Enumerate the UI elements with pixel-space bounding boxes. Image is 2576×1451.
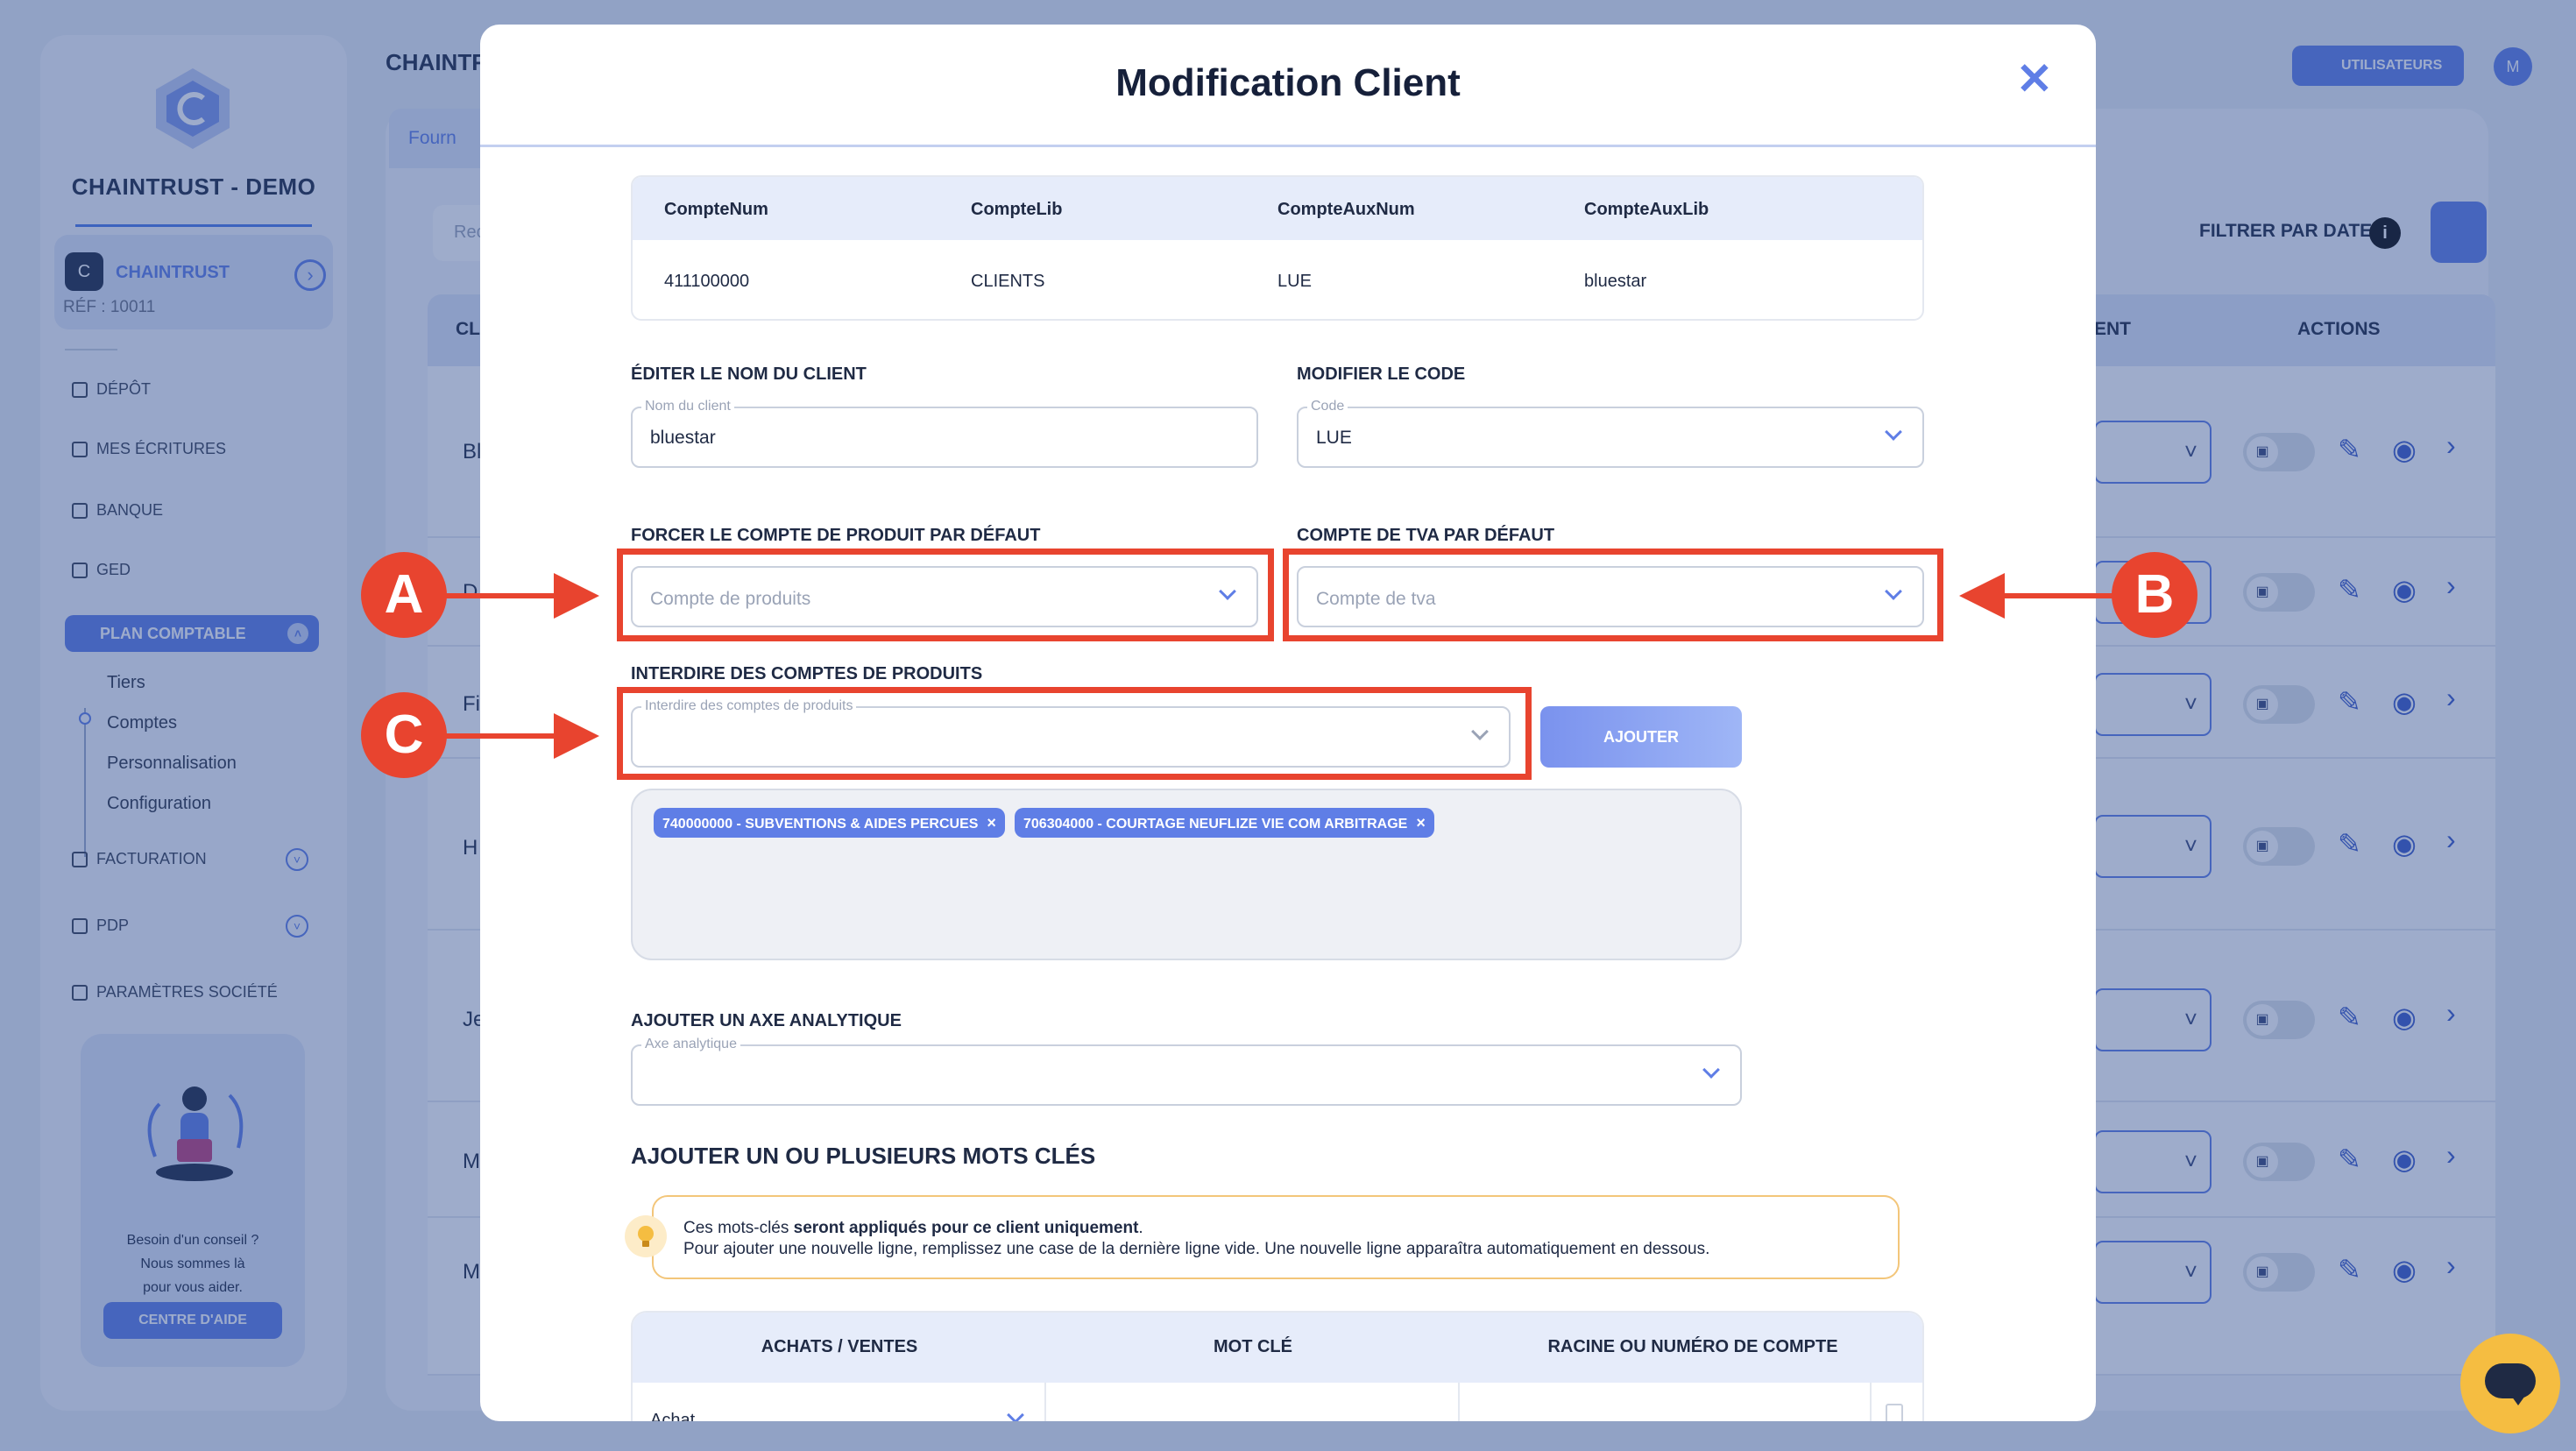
account-col-header: CompteAuxNum — [1277, 200, 1415, 219]
account-table: CompteNum CompteLib CompteAuxNum CompteA… — [631, 175, 1924, 321]
chat-button[interactable] — [2460, 1334, 2560, 1433]
forbidden-accounts-list: 740000000 - SUBVENTIONS & AIDES PERCUES ×… — [631, 789, 1742, 960]
arrow-right-icon — [554, 713, 599, 759]
account-cell: LUE — [1277, 272, 1312, 291]
arrow-a-line — [443, 593, 557, 598]
modal-title: Modification Client — [1115, 61, 1461, 104]
account-col-header: CompteLib — [971, 200, 1063, 219]
keywords-info-line2: Pour ajouter une nouvelle ligne, remplis… — [683, 1240, 1710, 1258]
chip-label: 706304000 - COURTAGE NEUFLIZE VIE COM AR… — [1023, 817, 1408, 832]
account-cell: bluestar — [1584, 272, 1647, 291]
client-name-field[interactable]: Nom du client bluestar — [631, 399, 1258, 468]
chevron-down-icon — [1698, 1060, 1724, 1086]
keywords-title: AJOUTER UN OU PLUSIEURS MOTS CLÉS — [631, 1143, 1096, 1169]
code-value: LUE — [1316, 428, 1352, 448]
account-col-header: CompteAuxLib — [1584, 200, 1709, 219]
forbidden-account-chip: 706304000 - COURTAGE NEUFLIZE VIE COM AR… — [1015, 808, 1434, 838]
annotation-badge-c: C — [361, 692, 447, 778]
highlight-box-c — [617, 687, 1532, 780]
chevron-down-icon — [1880, 422, 1907, 449]
product-account-section-label: FORCER LE COMPTE DE PRODUIT PAR DÉFAUT — [631, 526, 1041, 545]
close-icon[interactable]: ✕ — [2013, 57, 2056, 102]
analytic-select[interactable]: Axe analytique — [631, 1037, 1742, 1106]
keywords-col-header: RACINE OU NUMÉRO DE COMPTE — [1547, 1337, 1838, 1356]
keywords-col-header: MOT CLÉ — [1214, 1337, 1292, 1356]
keywords-info-text: Ces mots-clés seront appliqués pour ce c… — [683, 1218, 1709, 1260]
forbid-accounts-section-label: INTERDIRE DES COMPTES DE PRODUITS — [631, 664, 983, 683]
analytic-section-label: AJOUTER UN AXE ANALYTIQUE — [631, 1011, 902, 1030]
analytic-label: Axe analytique — [641, 1037, 740, 1052]
keywords-col-header: ACHATS / VENTES — [761, 1337, 918, 1356]
chip-label: 740000000 - SUBVENTIONS & AIDES PERCUES — [662, 817, 979, 832]
client-name-value: bluestar — [650, 428, 716, 448]
modal-header: Modification Client ✕ — [480, 25, 2096, 147]
chevron-down-icon — [1007, 1405, 1024, 1421]
highlight-box-a — [617, 549, 1274, 641]
add-forbidden-account-button[interactable]: AJOUTER — [1540, 706, 1742, 768]
lightbulb-icon — [625, 1215, 667, 1257]
account-cell: 411100000 — [664, 272, 750, 291]
code-label: Code — [1307, 399, 1348, 414]
code-section-label: MODIFIER LE CODE — [1297, 365, 1466, 384]
client-name-label: Nom du client — [641, 399, 734, 414]
remove-chip-icon[interactable]: × — [1416, 814, 1426, 832]
forbidden-account-chip: 740000000 - SUBVENTIONS & AIDES PERCUES × — [654, 808, 1005, 838]
account-cell: CLIENTS — [971, 272, 1045, 291]
client-name-section-label: ÉDITER LE NOM DU CLIENT — [631, 365, 867, 384]
chat-bubble-tail — [2509, 1393, 2527, 1405]
keyword-input[interactable] — [1046, 1383, 1460, 1421]
annotation-badge-b: B — [2112, 552, 2197, 638]
keywords-info-line1: Ces mots-clés seront appliqués pour ce c… — [683, 1218, 1709, 1239]
arrow-b-line — [2001, 593, 2115, 598]
vat-account-section-label: COMPTE DE TVA PAR DÉFAUT — [1297, 526, 1555, 545]
remove-chip-icon[interactable]: × — [987, 814, 996, 832]
code-select[interactable]: Code LUE — [1297, 399, 1924, 468]
highlight-box-b — [1283, 549, 1943, 641]
info-prefix: Ces mots-clés — [683, 1219, 794, 1237]
info-suffix: . — [1138, 1219, 1143, 1237]
type-select-value: Achat — [650, 1411, 696, 1421]
info-bold: seront appliqués pour ce client uniqueme… — [793, 1219, 1139, 1237]
arrow-c-line — [443, 733, 557, 739]
account-root-input[interactable] — [1460, 1383, 1872, 1421]
arrow-right-icon — [554, 573, 599, 619]
keywords-table: ACHATS / VENTES MOT CLÉ RACINE OU NUMÉRO… — [631, 1311, 1924, 1421]
annotation-badge-a: A — [361, 552, 447, 638]
trash-icon[interactable] — [1886, 1404, 1903, 1421]
account-col-header: CompteNum — [664, 200, 768, 219]
arrow-left-icon — [1959, 573, 2005, 619]
